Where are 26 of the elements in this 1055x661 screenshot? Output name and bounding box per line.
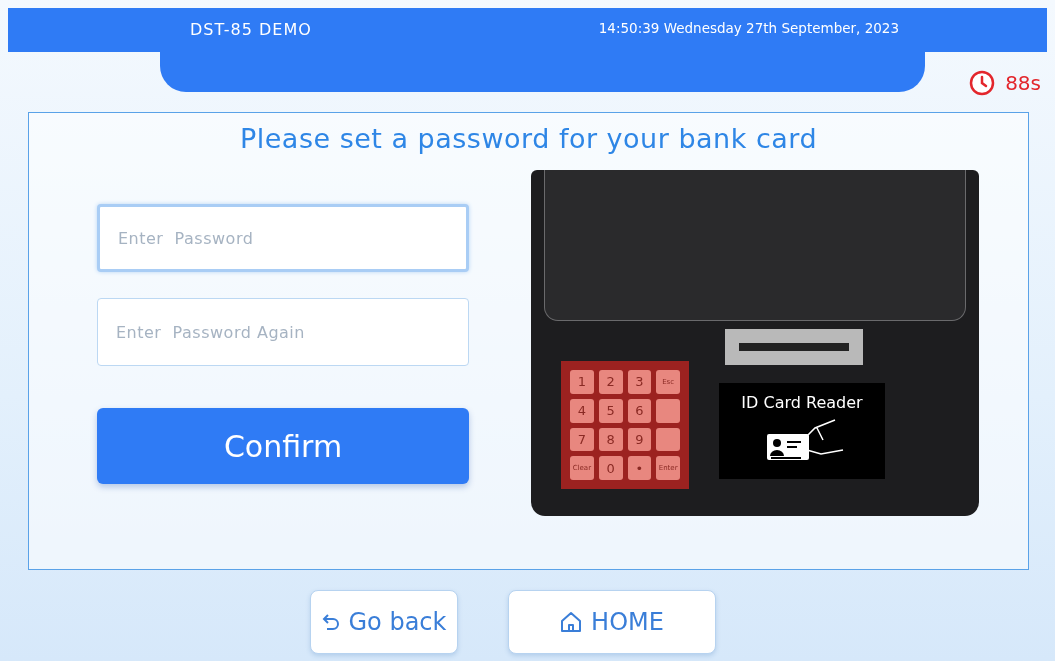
keypad-key: 6 [627, 398, 652, 423]
undo-arrow-icon [320, 612, 341, 632]
keypad-key: 0 [598, 456, 623, 480]
go-back-button[interactable]: Go back [309, 590, 458, 654]
home-button[interactable]: HOME [507, 590, 716, 654]
keypad-key: 4 [570, 398, 594, 423]
keypad-key: 3 [627, 370, 652, 394]
keypad-key: • [627, 456, 652, 480]
password-field[interactable]: Enter Password [97, 204, 469, 272]
home-icon [559, 610, 584, 634]
countdown-timer: 88s [1005, 71, 1041, 95]
app-title: DST-85 DEMO [190, 20, 312, 39]
password-field[interactable]: Enter Password Again [97, 298, 469, 366]
confirm-button[interactable]: Confirm [97, 408, 469, 484]
reader-label: ID Card Reader [741, 393, 863, 412]
page-title: Please set a password for your bank card [239, 123, 818, 154]
date-time: 14:50:39 Wednesday 27th September, 2023 [598, 20, 899, 36]
keypad-key: 9 [627, 427, 652, 452]
keypad-key [656, 398, 680, 423]
keypad-key: 8 [598, 427, 623, 452]
keypad-key: 5 [598, 398, 623, 423]
keypad-key: 7 [570, 427, 594, 452]
keypad-key: 2 [598, 370, 623, 394]
keypad-key [656, 427, 680, 452]
clock-icon [969, 70, 996, 96]
keypad-key: 1 [570, 370, 594, 394]
